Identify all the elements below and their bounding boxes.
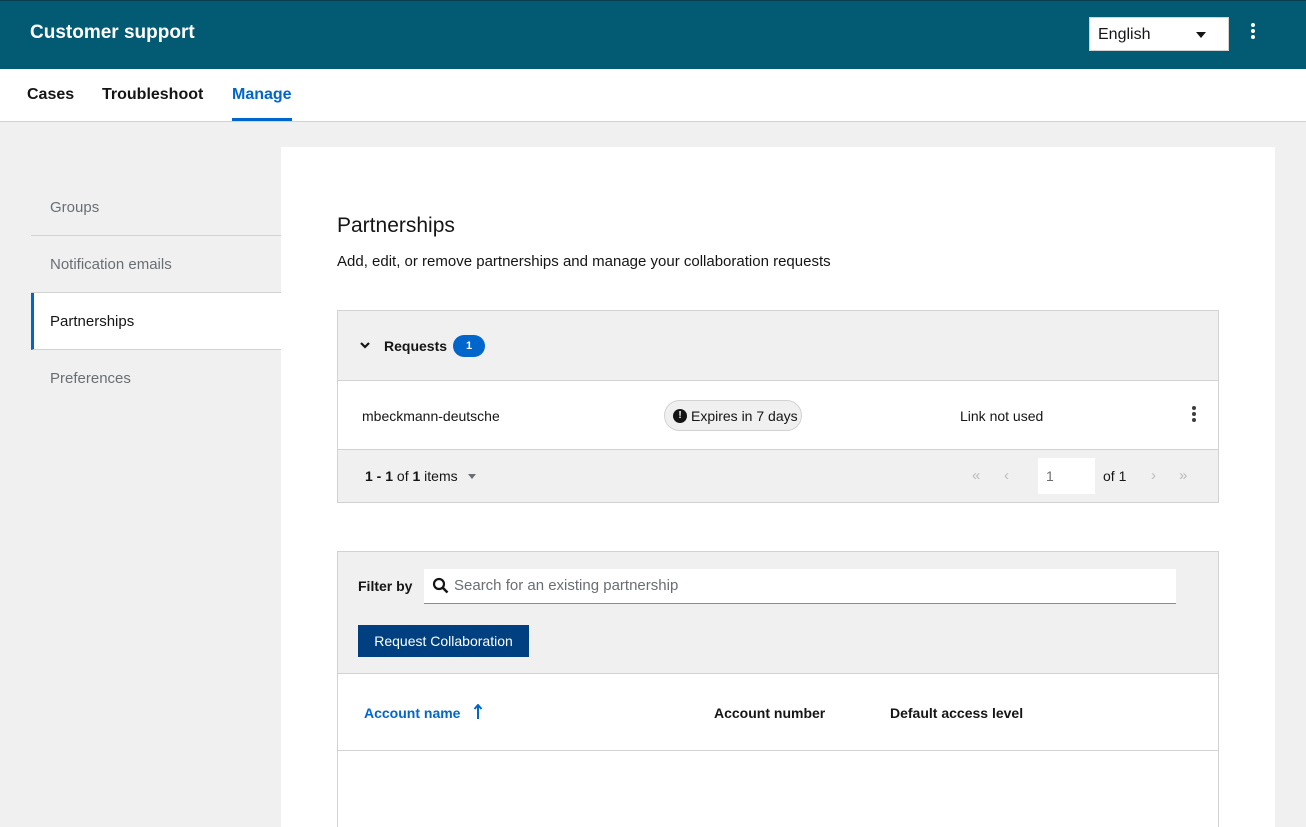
masthead: Customer support English [0,0,1306,69]
request-collaboration-button[interactable]: Request Collaboration [358,625,529,657]
filter-label: Filter by [358,578,413,594]
search-icon [432,577,449,594]
app-title: Customer support [30,22,195,43]
pagination-items-toggle[interactable]: 1 - 1 of 1 items [365,468,458,484]
language-select[interactable]: English [1089,17,1229,51]
tab-troubleshoot[interactable]: Troubleshoot [102,86,203,104]
sidebar-item-label: Groups [50,199,100,216]
kebab-icon [1251,23,1255,27]
request-row: mbeckmann-deutsche ! Expires in 7 days L… [338,381,1218,450]
sidebar-item-groups[interactable]: Groups [31,179,281,236]
page-title: Partnerships [337,214,455,237]
side-navigation: Groups Notification emails Partnerships … [31,179,281,407]
expires-label: ! Expires in 7 days [664,400,802,431]
column-header-default-access-level[interactable]: Default access level [890,705,1023,721]
sidebar-item-label: Preferences [50,370,131,387]
tab-manage[interactable]: Manage [232,86,292,104]
search-box [424,569,1176,604]
requests-count-badge: 1 [453,335,485,357]
exclamation-circle-icon: ! [673,409,687,423]
pagination-range: 1 - 1 [365,468,394,484]
page-count-text: of 1 [1103,468,1127,484]
caret-down-icon [1196,32,1206,38]
sidebar-item-notification-emails[interactable]: Notification emails [31,236,281,293]
request-account-name: mbeckmann-deutsche [362,408,500,424]
requests-label: Requests [384,338,448,354]
sidebar-item-partnerships[interactable]: Partnerships [31,293,281,350]
pagination-of-word: of [396,468,409,484]
requests-section: Requests 1 mbeckmann-deutsche ! Expires … [337,310,1219,503]
request-row-actions-menu[interactable] [1187,406,1201,426]
column-header-account-name[interactable]: Account name [364,705,460,721]
primary-tabs: Cases Troubleshoot Manage [0,69,1306,122]
tab-cases[interactable]: Cases [27,86,74,104]
caret-down-icon[interactable] [468,474,476,479]
current-page-input[interactable] [1038,458,1095,494]
chevron-down-icon[interactable] [359,339,371,351]
expires-text: Expires in 7 days [691,408,798,424]
language-select-value: English [1098,26,1151,43]
sidebar-item-preferences[interactable]: Preferences [31,350,281,407]
requests-pagination: 1 - 1 of 1 items « ‹ of 1 › » [338,450,1218,503]
sidebar-item-label: Partnerships [50,313,135,330]
kebab-icon [1192,406,1196,410]
main-panel: Partnerships Add, edit, or remove partne… [281,147,1275,827]
table-header: Account name Account number Default acce… [338,673,1218,751]
partnerships-section: Filter by Request Collaboration Account … [337,551,1219,827]
pagination-total: 1 [412,468,421,484]
search-input[interactable] [454,569,1169,602]
first-page-button[interactable]: « [972,467,980,484]
next-page-button[interactable]: › [1151,467,1156,484]
page-subtitle: Add, edit, or remove partnerships and ma… [337,253,831,270]
requests-header[interactable]: Requests 1 [338,311,1218,381]
sidebar-item-label: Notification emails [50,256,172,273]
previous-page-button[interactable]: ‹ [1004,467,1009,484]
table-body [338,751,1218,827]
active-tab-indicator [232,118,292,121]
header-kebab-menu[interactable] [1244,23,1262,45]
sort-ascending-icon[interactable] [473,704,483,720]
last-page-button[interactable]: » [1179,467,1187,484]
pagination-items-word: items [424,468,458,484]
link-status: Link not used [960,408,1044,424]
column-header-account-number[interactable]: Account number [714,705,825,721]
